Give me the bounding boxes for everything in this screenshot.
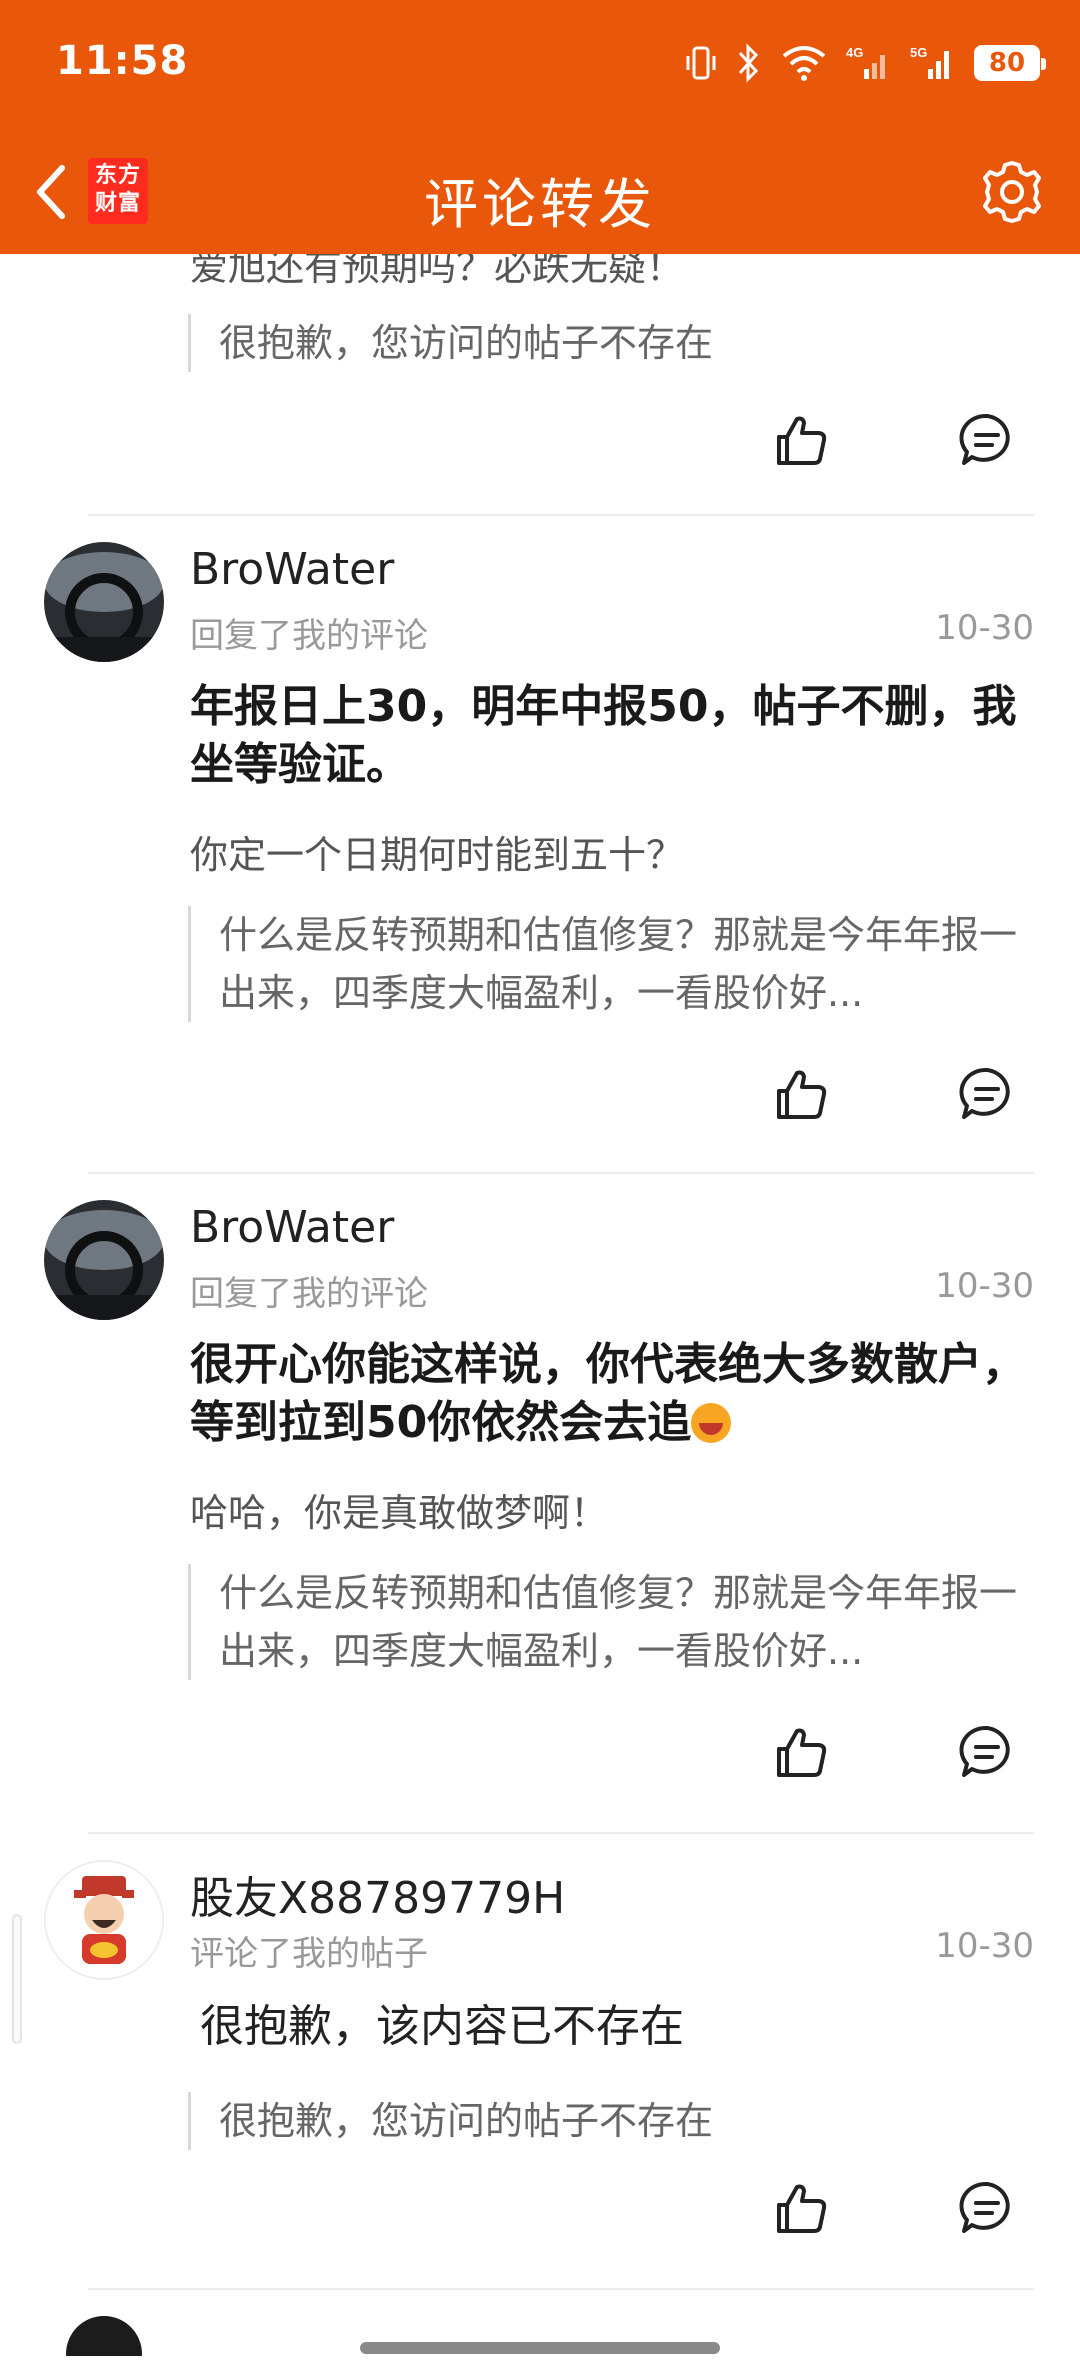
comment-bubble-icon [959,2181,1010,2233]
laughing-emoji-icon [691,1403,732,1443]
edge-scroll-handle[interactable] [12,1914,22,2044]
home-indicator[interactable] [360,2342,720,2354]
partial-post-text: 爱旭还有预期吗？必跌无疑！ [190,254,685,289]
comment-text-body: 很开心你能这样说，你代表绝大多数散户，等到拉到50你依然会去追 [190,1339,1026,1448]
gear-icon [983,161,1041,223]
status-time: 11:58 [56,38,189,84]
like-button[interactable] [770,2176,834,2240]
like-button[interactable] [770,408,834,472]
vibrate-icon [686,46,716,80]
avatar[interactable] [44,542,164,662]
action-text: 回复了我的评论 [190,1274,428,1314]
thumbs-up-icon [777,2184,827,2233]
settings-button[interactable] [974,154,1050,230]
status-icons: 4G 5G 80 [684,38,1046,88]
timestamp: 10-30 [935,1266,1034,1306]
comment-bubble-icon [959,413,1010,465]
timestamp: 10-30 [935,608,1034,648]
notification-list[interactable]: 爱旭还有预期吗？必跌无疑！ 很抱歉，您访问的帖子不存在 BroWater 回复了… [0,254,1080,2376]
avatar[interactable] [44,1860,164,1980]
username[interactable]: BroWater [190,1202,394,1253]
comment-text[interactable]: 很抱歉，该内容已不存在 [200,1998,1030,2056]
reply-button[interactable] [955,408,1019,472]
my-comment[interactable]: 哈哈，你是真敢做梦啊！ [190,1482,1030,1537]
comment-text[interactable]: 很开心你能这样说，你代表绝大多数散户，等到拉到50你依然会去追 [190,1336,1030,1452]
bluetooth-icon [738,43,759,83]
my-comment[interactable]: 你定一个日期何时能到五十？ [190,824,1030,879]
reply-button[interactable] [955,2176,1019,2240]
svg-text:5G: 5G [910,45,927,60]
svg-text:4G: 4G [846,45,863,60]
comment-bubble-icon [959,1067,1010,1119]
thumbs-up-icon [777,416,827,465]
wifi-icon [782,46,826,81]
reply-button[interactable] [955,1062,1019,1126]
divider [88,1172,1034,1174]
thumbs-up-icon [777,1728,827,1777]
signal-4g-icon: 4G [846,45,885,79]
item-actions [0,1720,1080,1800]
quoted-post[interactable]: 很抱歉，您访问的帖子不存在 [188,2092,1050,2150]
app-header: 11:58 4G 5G 80 东方 财富 评论转发 [0,0,1080,254]
nav-bar: 东方 财富 评论转发 [0,130,1080,254]
item-actions [0,2176,1080,2256]
signal-5g-icon: 5G [910,45,949,79]
quoted-post[interactable]: 很抱歉，您访问的帖子不存在 [188,314,1050,372]
thumbs-up-icon [777,1070,827,1119]
divider [88,1832,1034,1834]
action-text: 评论了我的帖子 [190,1934,428,1974]
username[interactable]: BroWater [190,544,394,595]
comment-bubble-icon [959,1725,1010,1777]
comment-text[interactable]: 年报日上30，明年中报50，帖子不删，我坐等验证。 [190,678,1030,794]
divider [88,2288,1034,2290]
timestamp: 10-30 [935,1926,1034,1966]
divider [88,514,1034,516]
like-button[interactable] [770,1720,834,1784]
battery-indicator: 80 [974,45,1046,81]
like-button[interactable] [770,1062,834,1126]
username[interactable]: 股友X88789779H [190,1862,565,1926]
item-actions [0,1062,1080,1142]
action-text: 回复了我的评论 [190,616,428,656]
quoted-post[interactable]: 什么是反转预期和估值修复？那就是今年年报一出来，四季度大幅盈利，一看股价好... [188,906,1050,1022]
quoted-post[interactable]: 什么是反转预期和估值修复？那就是今年年报一出来，四季度大幅盈利，一看股价好... [188,1564,1050,1680]
page-title: 评论转发 [424,173,656,236]
reply-button[interactable] [955,1720,1019,1784]
item-actions [0,408,1080,488]
avatar[interactable] [44,1200,164,1320]
